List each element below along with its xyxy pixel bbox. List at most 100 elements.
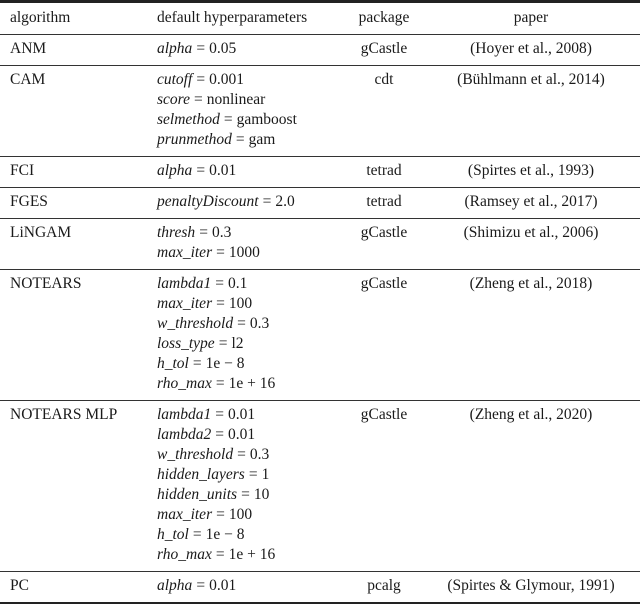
- hyperparameter-name: lambda1: [157, 406, 212, 423]
- table-body: ANM alpha = 0.05 gCastle (Hoyer et al., 2008)…: [0, 35, 640, 603]
- cell-algorithm: PC: [10, 577, 29, 594]
- hyperparameter-line: prunmethod = gam: [157, 130, 344, 150]
- hyperparameter-name: max_iter: [157, 506, 213, 523]
- hyperparameter-value: 0.1: [228, 275, 248, 292]
- algorithms-table: algorithm default hyperparameters packag…: [0, 0, 640, 604]
- hyperparameter-line: lambda1 = 0.01: [157, 405, 344, 425]
- hyperparameter-name: lambda1: [157, 275, 212, 292]
- table-row: NOTEARS lambda1 = 0.1 max_iter = 100 w_threshol…: [0, 270, 640, 401]
- equals-sign: =: [216, 244, 225, 261]
- equals-sign: =: [192, 355, 202, 372]
- hyperparameter-line: h_tol = 1e − 8: [157, 354, 344, 374]
- equals-sign: =: [199, 224, 208, 241]
- equals-sign: =: [215, 426, 224, 443]
- header-hyperparameters: default hyperparameters: [157, 9, 308, 26]
- equals-sign: =: [215, 375, 225, 392]
- hyperparameter-value: 0.01: [209, 162, 237, 179]
- hyperparameter-line: cutoff = 0.001: [157, 70, 344, 90]
- hyperparameter-line: alpha = 0.01: [157, 161, 344, 181]
- hyperparameter-line: h_tol = 1e − 8: [157, 525, 344, 545]
- equals-sign: =: [216, 295, 225, 312]
- cell-algorithm: CAM: [10, 71, 46, 88]
- hyperparameter-value: 0.3: [211, 224, 232, 241]
- cell-algorithm: ANM: [10, 40, 47, 57]
- cell-package: gCastle: [360, 224, 408, 241]
- hyperparameter-value: 1e − 8: [205, 526, 245, 543]
- cell-hyperparameters: alpha = 0.05: [157, 35, 344, 66]
- cell-paper: (Spirtes & Glymour, 1991): [447, 577, 615, 594]
- hyperparameter-name: max_iter: [157, 295, 213, 312]
- table-row: FCI alpha = 0.01 tetrad (Spirtes et al., 1993…: [0, 157, 640, 188]
- cell-paper: (Spirtes et al., 1993): [467, 162, 595, 179]
- hyperparameter-name: rho_max: [157, 546, 212, 563]
- hyperparameter-line: penaltyDiscount = 2.0: [157, 192, 344, 212]
- hyperparameter-name: rho_max: [157, 375, 212, 392]
- hyperparameter-name: loss_type: [157, 335, 215, 352]
- hyperparameter-name: hidden_layers: [157, 466, 245, 483]
- hyperparameter-value: 100: [228, 506, 253, 523]
- equals-sign: =: [237, 446, 246, 463]
- hyperparameter-value: nonlinear: [206, 91, 266, 108]
- cell-paper: (Ramsey et al., 2017): [464, 193, 598, 210]
- cell-algorithm: FCI: [10, 162, 35, 179]
- cell-paper: (Bühlmann et al., 2014): [457, 71, 605, 88]
- equals-sign: =: [196, 71, 206, 88]
- table-row: CAM cutoff = 0.001 score = nonlinear selmethod =…: [0, 66, 640, 157]
- equals-sign: =: [194, 91, 203, 108]
- hyperparameter-value: 0.05: [209, 40, 237, 57]
- header-package: package: [358, 9, 410, 26]
- hyperparameter-value: l2: [231, 335, 244, 352]
- table-header: algorithm default hyperparameters packag…: [0, 1, 640, 35]
- equals-sign: =: [216, 506, 225, 523]
- hyperparameter-value: 1e + 16: [228, 375, 276, 392]
- equals-sign: =: [215, 275, 224, 292]
- hyperparameter-value: 100: [228, 295, 253, 312]
- cell-hyperparameters: alpha = 0.01: [157, 157, 344, 188]
- cell-paper: (Zheng et al., 2020): [469, 406, 593, 423]
- equals-sign: =: [218, 335, 228, 352]
- hyperparameter-value: gamboost: [236, 111, 297, 128]
- hyperparameter-name: thresh: [157, 224, 196, 241]
- hyperparameter-name: score: [157, 91, 190, 108]
- header-row: algorithm default hyperparameters packag…: [0, 1, 640, 35]
- equals-sign: =: [215, 406, 224, 423]
- cell-package: pcalg: [367, 577, 401, 594]
- table-row: FGES penaltyDiscount = 2.0 tetrad (Ramsey et …: [0, 188, 640, 219]
- hyperparameter-name: w_threshold: [157, 446, 234, 463]
- hyperparameter-name: selmethod: [157, 111, 220, 128]
- equals-sign: =: [192, 526, 202, 543]
- cell-package: gCastle: [360, 406, 408, 423]
- hyperparameter-line: lambda2 = 0.01: [157, 425, 344, 445]
- hyperparameter-value: 1e + 16: [228, 546, 276, 563]
- cell-algorithm: NOTEARS: [10, 275, 82, 292]
- equals-sign: =: [262, 193, 272, 210]
- hyperparameter-name: alpha: [157, 162, 193, 179]
- hyperparameter-line: loss_type = l2: [157, 334, 344, 354]
- hyperparameter-line: score = nonlinear: [157, 90, 344, 110]
- hyperparameter-line: alpha = 0.05: [157, 39, 344, 59]
- hyperparameter-value: 0.001: [209, 71, 244, 88]
- hyperparameter-value: 0.01: [228, 406, 256, 423]
- equals-sign: =: [235, 131, 245, 148]
- hyperparameter-name: prunmethod: [157, 131, 232, 148]
- cell-hyperparameters: cutoff = 0.001 score = nonlinear selmethod = gam…: [157, 66, 344, 157]
- equals-sign: =: [223, 111, 233, 128]
- hyperparameter-value: 0.01: [228, 426, 256, 443]
- table-row: PC alpha = 0.01 pcalg (Spirtes & Glymour, 199…: [0, 572, 640, 603]
- hyperparameter-value: 0.3: [249, 315, 270, 332]
- cell-algorithm: NOTEARS MLP: [10, 406, 118, 423]
- cell-hyperparameters: lambda1 = 0.01 lambda2 = 0.01 w_threshold = 0.3 h…: [157, 401, 344, 572]
- cell-paper: (Hoyer et al., 2008): [470, 40, 592, 57]
- hyperparameter-value: gam: [248, 131, 276, 148]
- cell-algorithm: LiNGAM: [10, 224, 72, 241]
- hyperparameter-line: alpha = 0.01: [157, 576, 344, 596]
- hyperparameter-line: selmethod = gamboost: [157, 110, 344, 130]
- hyperparameter-line: w_threshold = 0.3: [157, 445, 344, 465]
- hyperparameter-name: h_tol: [157, 526, 189, 543]
- cell-package: gCastle: [360, 40, 408, 57]
- hyperparameter-value: 2.0: [275, 193, 295, 210]
- hyperparameter-line: max_iter = 100: [157, 505, 344, 525]
- hyperparameter-name: max_iter: [157, 244, 213, 261]
- equals-sign: =: [237, 315, 246, 332]
- hyperparameter-line: hidden_units = 10: [157, 485, 344, 505]
